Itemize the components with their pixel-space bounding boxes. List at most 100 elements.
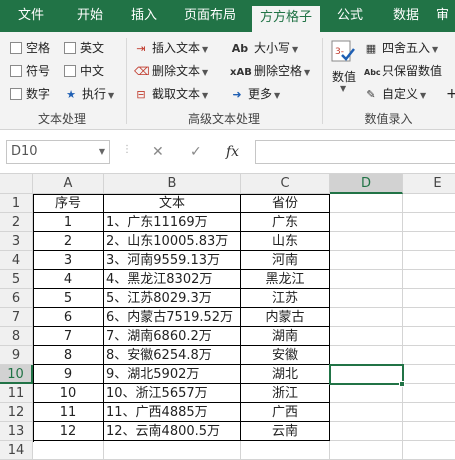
tab-insert[interactable]: 插入: [118, 0, 170, 32]
empty-cell[interactable]: [330, 289, 403, 308]
empty-cell[interactable]: [403, 384, 455, 403]
row-header[interactable]: 7: [0, 308, 33, 327]
empty-cell[interactable]: [403, 270, 455, 289]
cell-text[interactable]: 1、广东11169万: [104, 213, 241, 232]
tab-data[interactable]: 数据: [380, 0, 432, 32]
row-header[interactable]: 12: [0, 403, 33, 422]
number-button[interactable]: 3- 数值 ▼: [328, 38, 358, 104]
checkbox-symbol[interactable]: 符号: [10, 61, 50, 81]
case-button[interactable]: Ab 大小写 ▼: [230, 38, 298, 58]
cell-index[interactable]: 4: [33, 270, 104, 289]
empty-cell[interactable]: [403, 194, 455, 213]
chevron-down-icon[interactable]: ▼: [99, 141, 105, 163]
row-header[interactable]: 14: [0, 441, 33, 460]
cell-text[interactable]: 4、黑龙江8302万: [104, 270, 241, 289]
empty-cell[interactable]: [403, 213, 455, 232]
enter-icon[interactable]: ✓: [190, 140, 202, 164]
cell-index[interactable]: 11: [33, 403, 104, 422]
empty-cell[interactable]: [330, 251, 403, 270]
column-header[interactable]: D: [330, 174, 403, 194]
extract-text-button[interactable]: ⊟ 截取文本 ▼: [134, 84, 208, 104]
empty-cell[interactable]: [403, 308, 455, 327]
cell-province[interactable]: 湖南: [241, 327, 330, 346]
empty-cell[interactable]: [330, 213, 403, 232]
empty-cell[interactable]: [403, 289, 455, 308]
tab-formulas[interactable]: 公式: [324, 0, 376, 32]
column-header[interactable]: A: [33, 174, 104, 194]
empty-cell[interactable]: [330, 346, 403, 365]
empty-cell[interactable]: [241, 441, 330, 460]
cell-text[interactable]: 2、山东10005.83万: [104, 232, 241, 251]
cell-text[interactable]: 6、内蒙古7519.52万: [104, 308, 241, 327]
selected-cell-d10[interactable]: [329, 364, 404, 385]
cell-province[interactable]: 内蒙古: [241, 308, 330, 327]
cell-index[interactable]: 8: [33, 346, 104, 365]
empty-cell[interactable]: [330, 232, 403, 251]
row-header[interactable]: 4: [0, 251, 33, 270]
cell-province[interactable]: 安徽: [241, 346, 330, 365]
empty-cell[interactable]: [403, 441, 455, 460]
column-header[interactable]: E: [403, 174, 455, 194]
cell-index[interactable]: 10: [33, 384, 104, 403]
delete-text-button[interactable]: ⌫ 删除文本 ▼: [134, 61, 208, 81]
select-all-corner[interactable]: [0, 174, 33, 194]
table-header-cell[interactable]: 文本: [104, 194, 241, 213]
tab-fangfang[interactable]: 方方格子: [252, 6, 320, 32]
empty-cell[interactable]: [104, 441, 241, 460]
cell-province[interactable]: 山东: [241, 232, 330, 251]
cell-province[interactable]: 广东: [241, 213, 330, 232]
cell-index[interactable]: 5: [33, 289, 104, 308]
empty-cell[interactable]: [403, 365, 455, 384]
row-header[interactable]: 5: [0, 270, 33, 289]
table-header-cell[interactable]: 省份: [241, 194, 330, 213]
cell-province[interactable]: 浙江: [241, 384, 330, 403]
plus-icon[interactable]: +: [446, 84, 455, 104]
tab-file[interactable]: 文件: [0, 0, 62, 32]
row-header[interactable]: 1: [0, 194, 33, 213]
tab-home[interactable]: 开始: [64, 0, 116, 32]
empty-cell[interactable]: [330, 384, 403, 403]
round-button[interactable]: ▦ 四舍五入 ▼: [364, 38, 438, 58]
insert-function-icon[interactable]: fx: [226, 140, 239, 164]
cell-province[interactable]: 湖北: [241, 365, 330, 384]
column-header[interactable]: C: [241, 174, 330, 194]
cell-text[interactable]: 12、云南4800.5万: [104, 422, 241, 441]
formula-input[interactable]: [255, 140, 455, 164]
cell-text[interactable]: 11、广西4885万: [104, 403, 241, 422]
checkbox-chinese[interactable]: 中文: [64, 61, 104, 81]
cell-index[interactable]: 1: [33, 213, 104, 232]
empty-cell[interactable]: [330, 403, 403, 422]
more-button[interactable]: ➜ 更多 ▼: [230, 84, 280, 104]
row-header[interactable]: 2: [0, 213, 33, 232]
row-header[interactable]: 13: [0, 422, 33, 441]
empty-cell[interactable]: [403, 232, 455, 251]
table-header-cell[interactable]: 序号: [33, 194, 104, 213]
row-header[interactable]: 6: [0, 289, 33, 308]
insert-text-button[interactable]: ⇥ 插入文本 ▼: [134, 38, 208, 58]
cell-province[interactable]: 江苏: [241, 289, 330, 308]
empty-cell[interactable]: [403, 422, 455, 441]
empty-cell[interactable]: [330, 327, 403, 346]
execute-button[interactable]: ★ 执行 ▼: [64, 84, 114, 104]
row-header[interactable]: 11: [0, 384, 33, 403]
cell-text[interactable]: 10、浙江5657万: [104, 384, 241, 403]
empty-cell[interactable]: [403, 403, 455, 422]
cell-index[interactable]: 2: [33, 232, 104, 251]
checkbox-english[interactable]: 英文: [64, 38, 104, 58]
row-header[interactable]: 8: [0, 327, 33, 346]
cell-province[interactable]: 黑龙江: [241, 270, 330, 289]
cell-text[interactable]: 5、江苏8029.3万: [104, 289, 241, 308]
cell-text[interactable]: 8、安徽6254.8万: [104, 346, 241, 365]
empty-cell[interactable]: [33, 441, 104, 460]
checkbox-space[interactable]: 空格: [10, 38, 50, 58]
tab-review[interactable]: 审: [436, 0, 455, 32]
custom-button[interactable]: ✎ 自定义 ▼: [364, 84, 426, 104]
empty-cell[interactable]: [330, 441, 403, 460]
fill-handle[interactable]: [399, 381, 405, 387]
cell-index[interactable]: 3: [33, 251, 104, 270]
row-header[interactable]: 9: [0, 346, 33, 365]
cancel-icon[interactable]: ✕: [152, 140, 164, 164]
cell-text[interactable]: 7、湖南6860.2万: [104, 327, 241, 346]
empty-cell[interactable]: [403, 346, 455, 365]
empty-cell[interactable]: [330, 270, 403, 289]
